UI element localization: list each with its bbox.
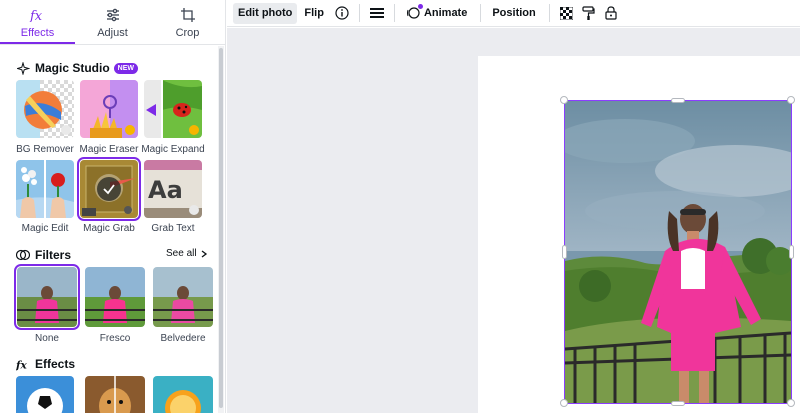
tool-label: Magic Grab — [83, 223, 135, 234]
lock-icon[interactable] — [600, 3, 622, 24]
tool-bg-remover[interactable] — [16, 80, 74, 138]
resize-handle-bottom-right[interactable] — [787, 399, 795, 407]
toolbar-divider — [358, 4, 360, 22]
filter-none[interactable] — [14, 264, 80, 330]
toolbar-divider — [548, 4, 550, 22]
filter-label: Fresco — [99, 333, 131, 344]
info-icon[interactable] — [331, 3, 353, 24]
animate-icon — [406, 4, 423, 20]
resize-handle-left[interactable] — [562, 245, 567, 259]
fx-icon: fx — [29, 7, 47, 23]
lines-icon[interactable] — [366, 3, 388, 24]
tool-label: Magic Edit — [21, 223, 69, 234]
scrollbar-thumb[interactable] — [219, 48, 223, 408]
tool-magic-eraser[interactable] — [80, 80, 138, 138]
tool-magic-grab[interactable] — [77, 157, 141, 221]
tab-adjust[interactable]: Adjust — [75, 0, 150, 44]
filter-fresco[interactable] — [85, 267, 145, 327]
resize-handle-top[interactable] — [671, 98, 685, 103]
see-all-label: See all — [166, 248, 197, 259]
premium-crown-icon — [125, 125, 135, 135]
tool-label: Magic Eraser — [79, 144, 139, 155]
filter-label: None — [35, 333, 59, 344]
effect-tile[interactable] — [153, 376, 213, 413]
magic-studio-heading: Magic Studio NEW — [16, 61, 139, 75]
tool-magic-expand[interactable] — [144, 80, 202, 138]
tool-label: Grab Text — [151, 223, 195, 234]
position-button[interactable]: Position — [487, 3, 540, 24]
tab-label: Adjust — [97, 27, 128, 39]
filter-label: Belvedere — [160, 333, 206, 344]
tab-label: Crop — [175, 27, 200, 39]
fx-icon: fx — [16, 357, 30, 371]
see-all-link[interactable]: See all — [166, 248, 208, 259]
effect-tile[interactable] — [16, 376, 74, 413]
tile-text: Aa — [148, 176, 183, 204]
premium-crown-icon — [189, 205, 199, 215]
tool-magic-edit[interactable] — [16, 160, 74, 218]
effects-title: Effects — [35, 357, 76, 371]
side-panel: fx Effects Adjust Crop Magic Studio NEW — [0, 0, 226, 413]
tool-label: BG Remover — [16, 144, 74, 155]
animate-label: Animate — [423, 7, 468, 19]
magic-studio-title: Magic Studio — [35, 61, 110, 75]
paint-roller-icon[interactable] — [578, 3, 600, 24]
effects-heading: fx Effects — [16, 357, 75, 371]
transparency-icon[interactable] — [556, 3, 578, 24]
selected-photo[interactable] — [565, 101, 791, 403]
check-icon — [97, 177, 121, 201]
resize-handle-bottom-left[interactable] — [560, 399, 568, 407]
crop-icon — [180, 7, 195, 23]
svg-text:fx: fx — [29, 9, 43, 22]
new-badge: NEW — [113, 62, 139, 74]
tool-label: Magic Expand — [141, 144, 205, 155]
animate-button[interactable]: Animate — [401, 3, 472, 24]
tool-grab-text[interactable]: Aa — [144, 160, 202, 218]
top-toolbar: Edit photo Flip Animate Position — [227, 0, 800, 27]
filters-title: Filters — [35, 248, 72, 262]
toolbar-divider — [480, 4, 482, 22]
effect-tile[interactable] — [85, 376, 145, 413]
sparkle-icon — [16, 61, 30, 75]
toolbar-divider — [393, 4, 395, 22]
tab-label: Effects — [20, 27, 55, 39]
svg-text:fx: fx — [16, 359, 28, 371]
tab-effects[interactable]: fx Effects — [0, 0, 75, 44]
edit-photo-button[interactable]: Edit photo — [233, 2, 298, 24]
premium-crown-icon — [61, 125, 71, 135]
resize-handle-right[interactable] — [789, 245, 794, 259]
tab-crop[interactable]: Crop — [150, 0, 225, 44]
tab-divider — [0, 44, 225, 45]
panel-scrollbar[interactable] — [218, 46, 224, 413]
panel-tabs: fx Effects Adjust Crop — [0, 0, 225, 44]
flip-button[interactable]: Flip — [299, 3, 329, 24]
filters-heading: Filters — [16, 248, 71, 262]
notification-dot — [417, 4, 423, 9]
sliders-icon — [106, 7, 120, 23]
resize-handle-top-left[interactable] — [560, 96, 568, 104]
resize-handle-top-right[interactable] — [787, 96, 795, 104]
premium-crown-icon — [189, 125, 199, 135]
resize-handle-bottom[interactable] — [671, 401, 685, 406]
chevron-right-icon — [201, 249, 207, 258]
filter-belvedere[interactable] — [153, 267, 213, 327]
filters-icon — [16, 248, 30, 262]
